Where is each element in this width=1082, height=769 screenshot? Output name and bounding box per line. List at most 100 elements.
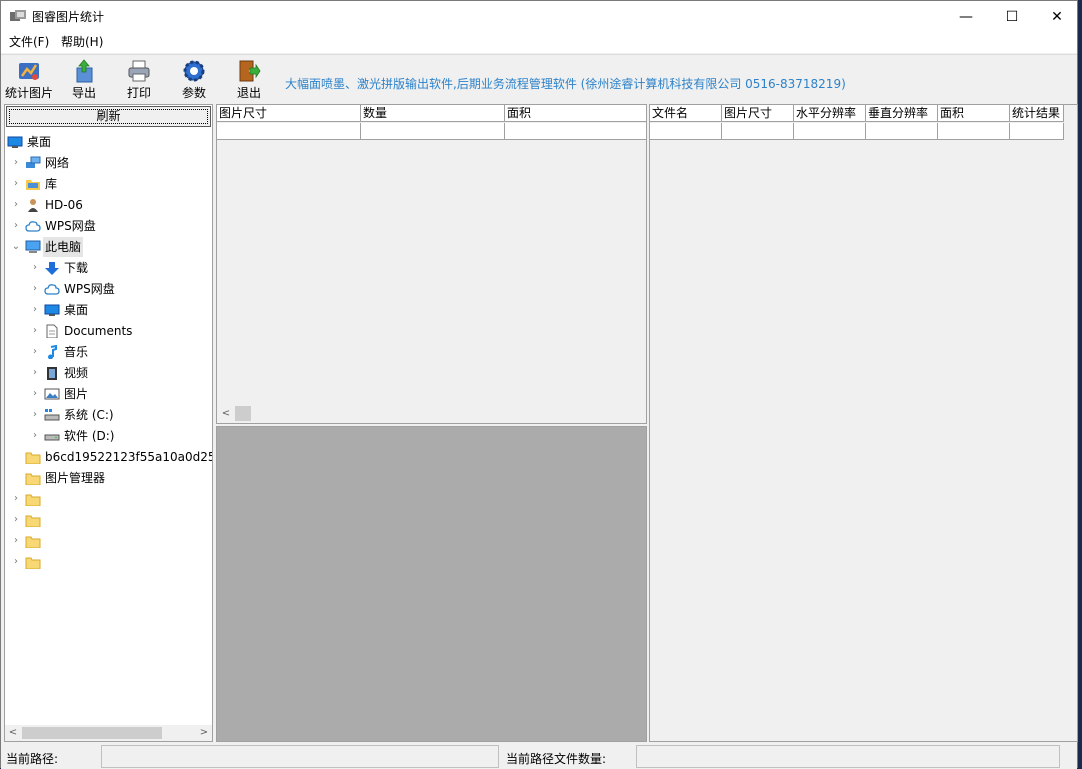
app-window: 图睿图片统计 — ☐ ✕ 文件(F) 帮助(H) 统计图片 导出 打印 参数 退…	[0, 0, 1078, 769]
refresh-button[interactable]: 刷新	[6, 106, 211, 127]
chevron-right-icon[interactable]: ›	[11, 174, 21, 194]
window-title: 图睿图片统计	[32, 10, 105, 24]
document-icon	[46, 324, 58, 338]
column-header-count[interactable]: 数量	[361, 105, 505, 122]
column-header-size[interactable]: 图片尺寸	[217, 105, 361, 122]
chevron-right-icon[interactable]: ›	[11, 195, 21, 215]
tree-item[interactable]: › 桌面	[30, 300, 212, 320]
grid-cell[interactable]	[794, 123, 866, 140]
title-bar: 图睿图片统计 — ☐ ✕	[1, 1, 1077, 32]
maximize-button[interactable]: ☐	[989, 1, 1035, 32]
scroll-left-arrow-icon[interactable]: <	[218, 405, 234, 422]
tree-horizontal-scrollbar[interactable]: < >	[5, 725, 212, 741]
tree-item-label: 桌面	[27, 135, 52, 149]
computer-icon	[25, 240, 41, 253]
params-label: 参数	[181, 86, 206, 100]
chevron-right-icon[interactable]: ›	[30, 258, 40, 278]
tree-item-label: 音乐	[64, 345, 89, 359]
chevron-right-icon[interactable]: ›	[11, 216, 21, 236]
grid-cell[interactable]	[866, 123, 938, 140]
tree-item[interactable]: ⌄ 此电脑	[11, 237, 212, 257]
tree-item[interactable]: › 音乐	[30, 342, 212, 362]
params-button[interactable]: 参数	[167, 57, 221, 101]
tree-item[interactable]: ›	[11, 510, 212, 530]
scroll-left-arrow-icon[interactable]: <	[5, 725, 21, 741]
export-button[interactable]: 导出	[57, 57, 111, 101]
scrollbar-thumb[interactable]	[235, 406, 251, 421]
grid-cell[interactable]	[505, 123, 647, 140]
chevron-right-icon[interactable]: ›	[30, 384, 40, 404]
chevron-right-icon[interactable]: ›	[11, 489, 21, 509]
close-button[interactable]: ✕	[1034, 1, 1080, 32]
grid-cell[interactable]	[938, 123, 1010, 140]
column-header-filename[interactable]: 文件名	[650, 105, 722, 122]
export-icon	[76, 59, 93, 83]
chevron-right-icon[interactable]: ›	[30, 300, 40, 320]
chevron-right-icon[interactable]: ›	[30, 279, 40, 299]
desktop-icon	[44, 304, 60, 316]
tree-item[interactable]: ›	[11, 552, 212, 572]
summary-horizontal-scrollbar[interactable]: <	[218, 405, 645, 422]
tree-item[interactable]: ›	[11, 489, 212, 509]
grid-cell[interactable]	[1010, 123, 1064, 140]
chevron-right-icon[interactable]: ›	[30, 321, 40, 341]
tree-item-label: 图片	[64, 387, 89, 401]
minimize-button[interactable]: —	[943, 1, 989, 32]
folder-tree-pane: 刷新 桌面 › 网络 › 库 › HD-06 › WPS网盘 ⌄ 此电脑 › 下载 › WPS网盘 › 桌面 › D…	[4, 104, 213, 742]
cloud-icon	[44, 284, 60, 295]
tree-item[interactable]: 桌面	[5, 132, 212, 152]
tree-item[interactable]: › Documents	[30, 321, 212, 341]
tree-item[interactable]: › WPS网盘	[11, 216, 212, 236]
grid-cell[interactable]	[361, 123, 505, 140]
tree-item[interactable]: › 图片	[30, 384, 212, 404]
grid-cell[interactable]	[722, 123, 794, 140]
grid-cell[interactable]	[650, 123, 722, 140]
library-folder-icon	[26, 180, 40, 190]
tree-item[interactable]: › 系统 (C:)	[30, 405, 212, 425]
tree-item[interactable]: › 视频	[30, 363, 212, 383]
exit-button[interactable]: 退出	[222, 57, 276, 101]
scroll-right-arrow-icon[interactable]: >	[196, 725, 212, 741]
folder-icon	[25, 536, 41, 548]
menu-bar: 文件(F) 帮助(H)	[1, 32, 1077, 54]
tree-item[interactable]: › 库	[11, 174, 212, 194]
tree-item[interactable]: › 软件 (D:)	[30, 426, 212, 446]
detail-grid-pane: 文件名 图片尺寸 水平分辨率 垂直分辨率 面积 统计结果	[649, 104, 1078, 742]
tree-item[interactable]: › WPS网盘	[30, 279, 212, 299]
chevron-right-icon[interactable]: ›	[30, 426, 40, 446]
menu-help[interactable]: 帮助(H)	[59, 35, 105, 50]
film-icon	[47, 367, 57, 380]
tree-item[interactable]: 图片管理器	[11, 468, 212, 488]
chevron-right-icon[interactable]: ›	[11, 510, 21, 530]
chevron-right-icon[interactable]: ›	[30, 342, 40, 362]
file-count-field	[636, 745, 1060, 768]
chevron-down-icon[interactable]: ⌄	[11, 237, 21, 257]
table-row[interactable]	[217, 123, 647, 140]
tree-item-label: WPS网盘	[64, 282, 115, 296]
column-header-area[interactable]: 面积	[938, 105, 1010, 122]
exit-door-icon	[239, 60, 261, 82]
stats-images-button[interactable]: 统计图片	[2, 57, 56, 101]
menu-file[interactable]: 文件(F)	[7, 35, 51, 50]
tree-item[interactable]: › 网络	[11, 153, 212, 173]
print-button[interactable]: 打印	[112, 57, 166, 101]
chevron-right-icon[interactable]: ›	[30, 405, 40, 425]
column-header-result[interactable]: 统计结果	[1010, 105, 1064, 122]
table-row[interactable]	[650, 123, 1064, 140]
chevron-right-icon[interactable]: ›	[11, 531, 21, 551]
chevron-right-icon[interactable]: ›	[30, 363, 40, 383]
tree-item[interactable]: ›	[11, 531, 212, 551]
tree-item[interactable]: › HD-06	[11, 195, 212, 215]
column-header-v-resolution[interactable]: 垂直分辨率	[866, 105, 938, 122]
column-header-area[interactable]: 面积	[505, 105, 647, 122]
grid-cell[interactable]	[217, 123, 361, 140]
system-drive-icon	[44, 409, 60, 421]
scrollbar-thumb[interactable]	[22, 727, 162, 739]
column-header-h-resolution[interactable]: 水平分辨率	[794, 105, 866, 122]
chevron-right-icon[interactable]: ›	[11, 552, 21, 572]
tree-item[interactable]: › 下载	[30, 258, 212, 278]
column-header-image-size[interactable]: 图片尺寸	[722, 105, 794, 122]
cloud-icon	[25, 221, 41, 232]
tree-item[interactable]: b6cd19522123f55a10a0d253	[11, 447, 212, 467]
chevron-right-icon[interactable]: ›	[11, 153, 21, 173]
